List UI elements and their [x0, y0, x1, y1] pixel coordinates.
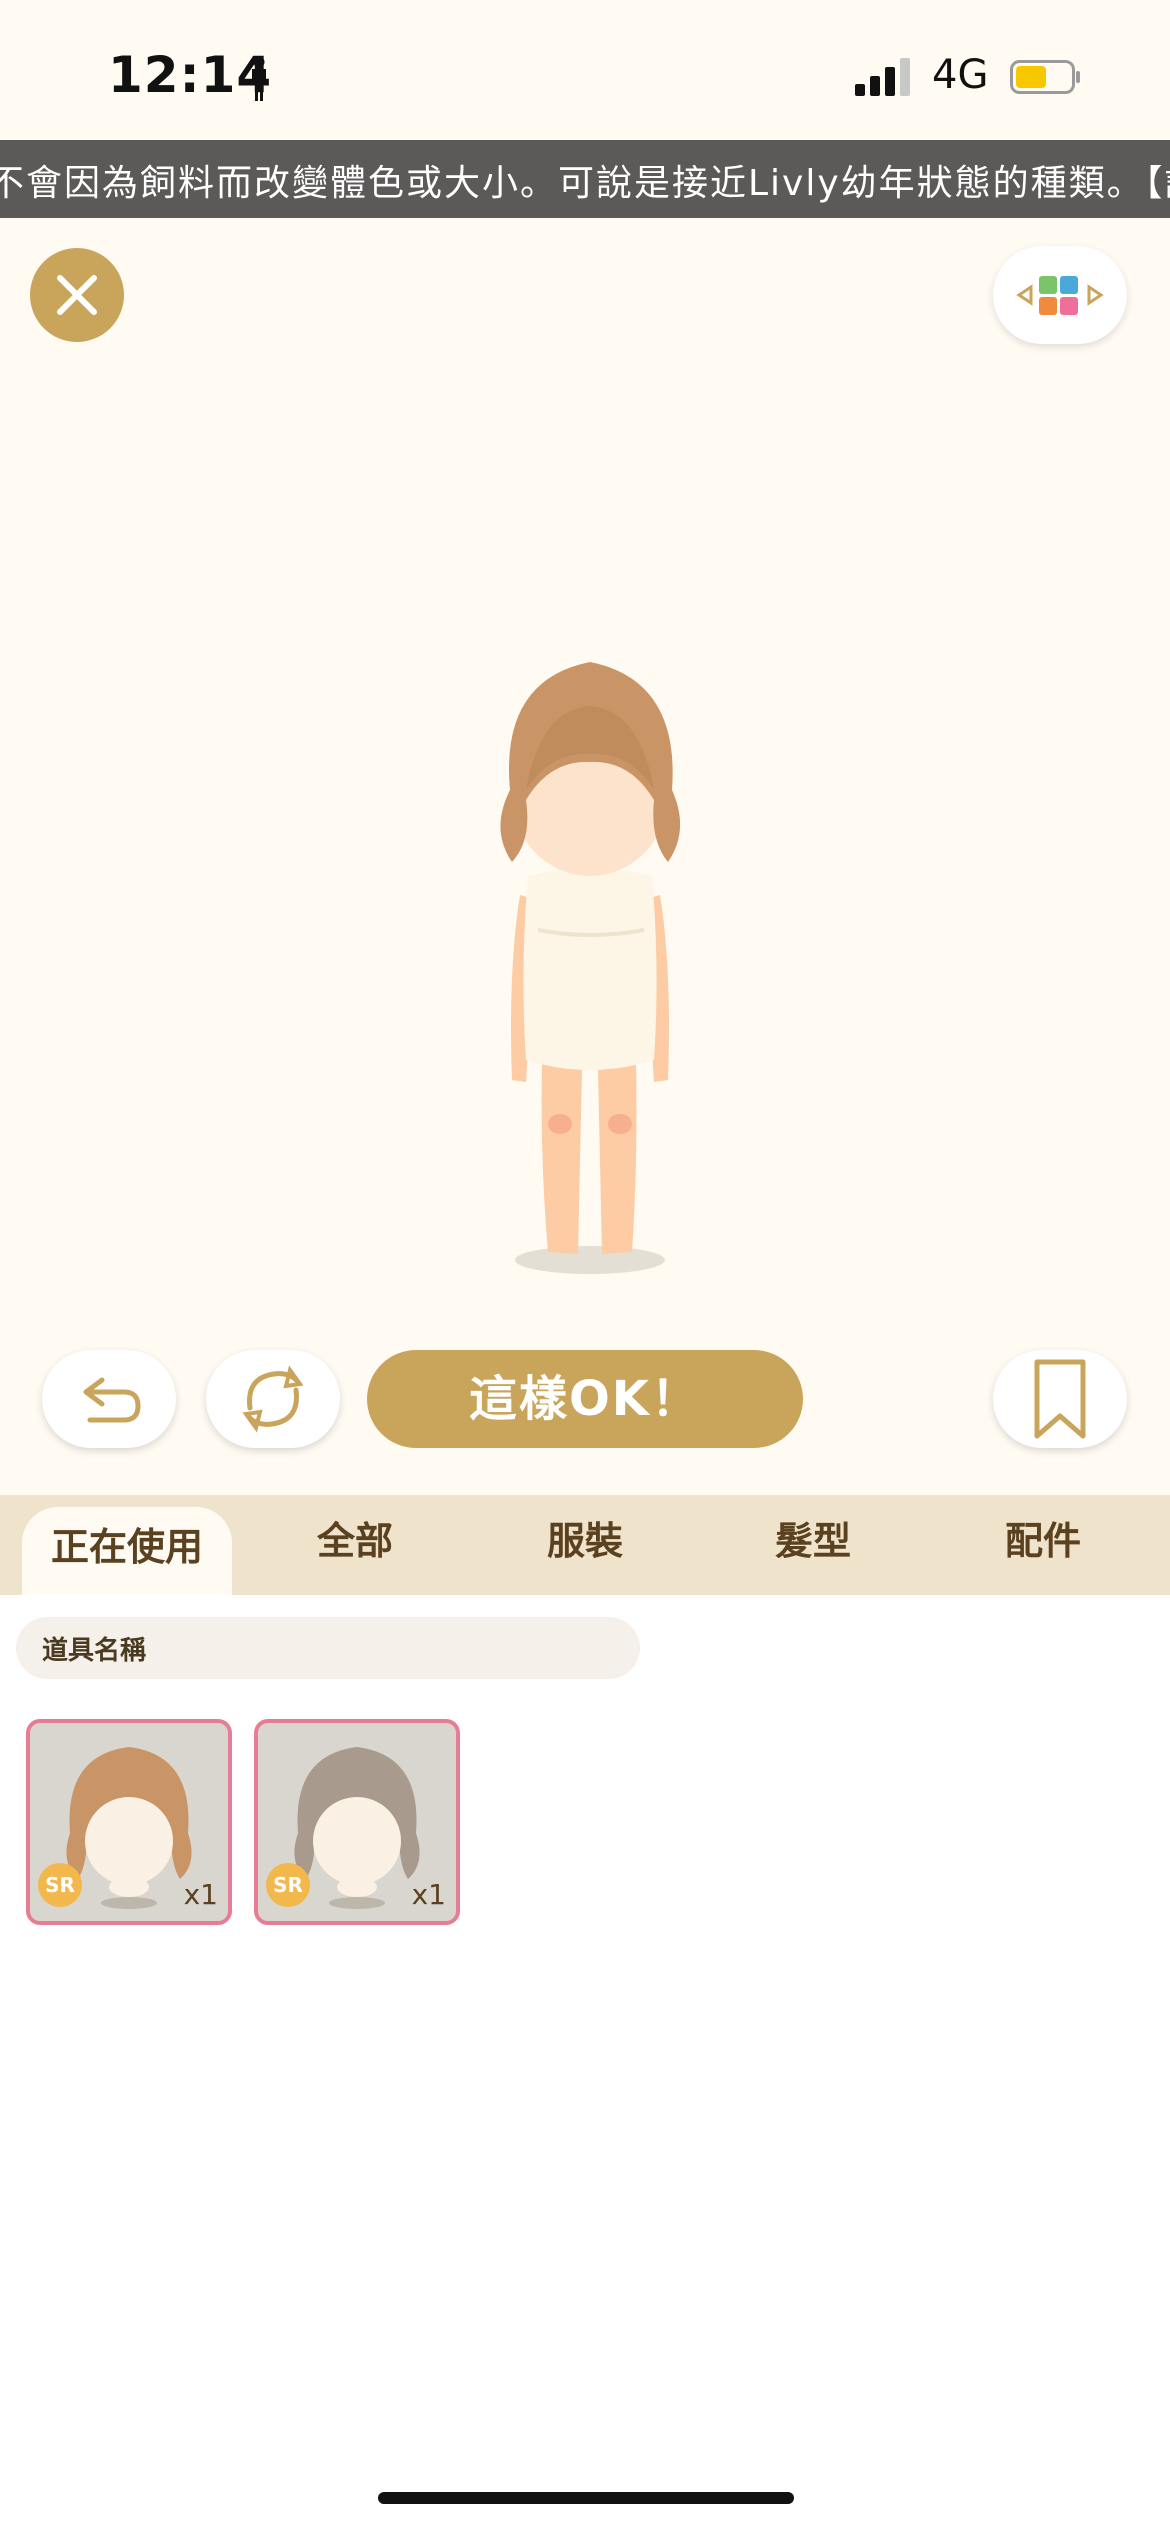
- tab-clothing[interactable]: 服裝: [500, 1495, 670, 1595]
- close-button[interactable]: [30, 248, 124, 342]
- tab-hairstyle[interactable]: 髮型: [728, 1495, 898, 1595]
- rarity-badge: SR: [266, 1863, 310, 1907]
- network-label: 4G: [932, 52, 989, 98]
- signal-icon: [855, 58, 910, 96]
- news-ticker[interactable]: 不會因為飼料而改變體色或大小。可說是接近Livly幼年狀態的種類。【詳: [0, 140, 1170, 218]
- bookmark-icon: [1034, 1359, 1086, 1439]
- avatar-stage: 12:14 4G 不會因為飼料而改變體色或大小。可說是接近Livly幼年狀態的種…: [0, 0, 1170, 1495]
- palette-arrows-icon: [1016, 276, 1104, 315]
- undo-icon: [83, 1377, 141, 1423]
- undo-button[interactable]: [42, 1350, 176, 1448]
- screen: 12:14 4G 不會因為飼料而改變體色或大小。可說是接近Livly幼年狀態的種…: [0, 0, 1170, 2532]
- item-card[interactable]: SR x1: [26, 1719, 232, 1925]
- battery-icon: [1010, 60, 1080, 94]
- refresh-button[interactable]: [206, 1350, 340, 1448]
- ticker-text: 不會因為飼料而改變體色或大小。可說是接近Livly幼年狀態的種類。【詳: [0, 163, 1170, 204]
- color-palette-button[interactable]: [993, 246, 1127, 344]
- item-card[interactable]: SR x1: [254, 1719, 460, 1925]
- person-icon: [252, 56, 266, 101]
- item-quantity: x1: [411, 1878, 446, 1911]
- category-tabs: 正在使用 全部 服裝 髮型 配件: [0, 1495, 1170, 1595]
- avatar-figure: [500, 662, 681, 1274]
- rarity-badge: SR: [38, 1863, 82, 1907]
- tab-all[interactable]: 全部: [270, 1495, 440, 1595]
- search-placeholder: 道具名稱: [42, 1636, 147, 1666]
- home-indicator[interactable]: [378, 2492, 794, 2504]
- item-quantity: x1: [183, 1878, 218, 1911]
- tab-in-use[interactable]: 正在使用: [22, 1507, 232, 1595]
- item-name-search[interactable]: 道具名稱: [16, 1617, 640, 1679]
- bookmark-button[interactable]: [993, 1350, 1127, 1448]
- refresh-icon: [242, 1365, 304, 1433]
- close-icon: [57, 275, 97, 315]
- item-list-panel: 道具名稱 SR x1 SR x1: [0, 1595, 1170, 2532]
- tab-accessories[interactable]: 配件: [958, 1495, 1128, 1595]
- confirm-ok-button[interactable]: 這樣OK！: [367, 1350, 803, 1448]
